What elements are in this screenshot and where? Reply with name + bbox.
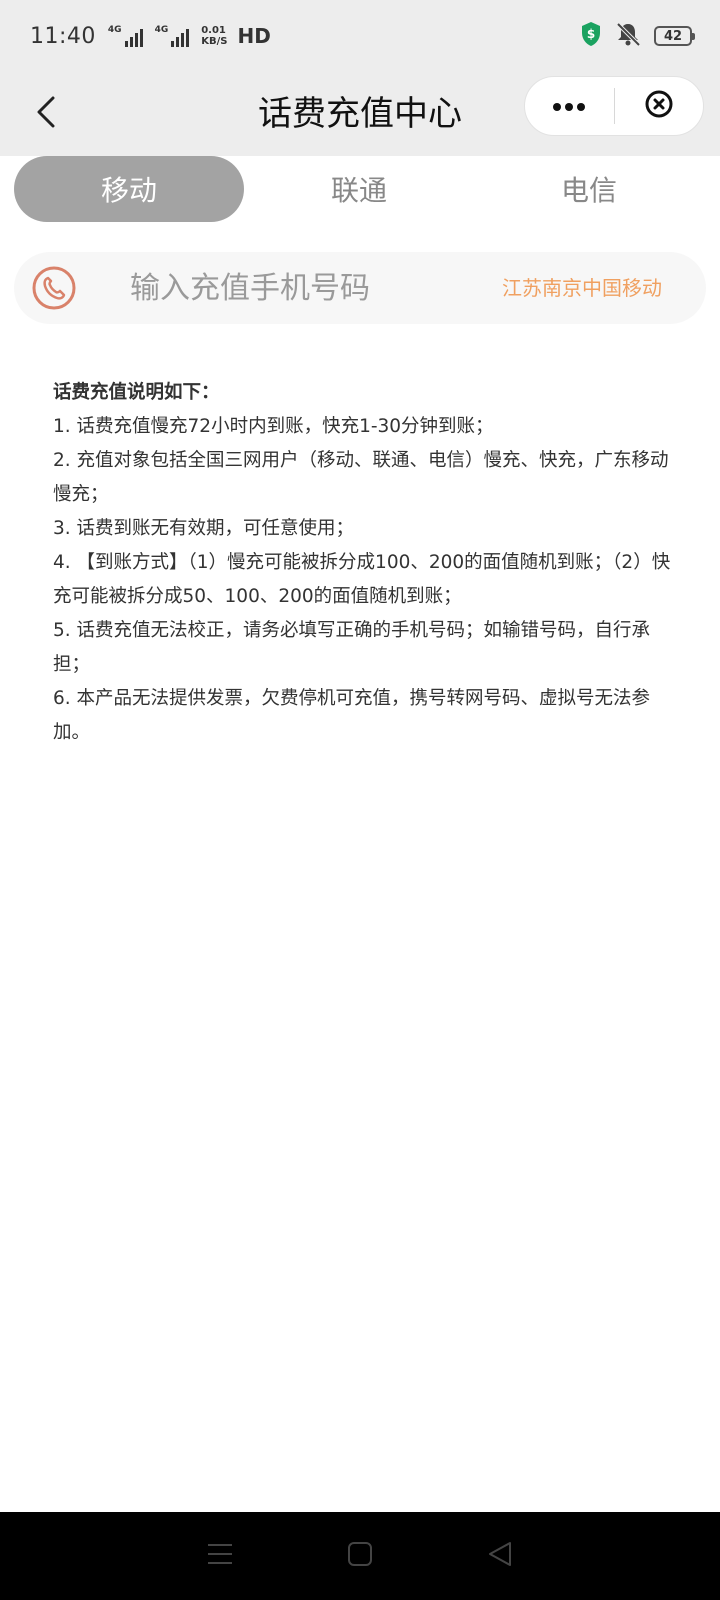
instruction-item: 1. 话费充值慢充72小时内到账，快充1-30分钟到账； xyxy=(53,416,494,437)
network-speed: 0.01 KB/S xyxy=(201,25,227,47)
phone-icon xyxy=(30,264,78,312)
carrier-location-label: 江苏南京中国移动 xyxy=(502,276,662,300)
close-circle-icon xyxy=(644,89,674,123)
instruction-item: 2. 充值对象包括全国三网用户（移动、联通、电信）慢充、快充，广东移动慢充； xyxy=(53,450,669,505)
back-button[interactable] xyxy=(26,90,66,138)
hd-indicator: HD xyxy=(237,24,271,48)
mini-program-capsule xyxy=(524,76,704,136)
instruction-item: 5. 话费充值无法校正，请务必填写正确的手机号码；如输错号码，自行承担； xyxy=(53,620,651,675)
phone-input-row: 江苏南京中国移动 xyxy=(14,252,706,324)
home-square-icon xyxy=(347,1541,373,1571)
status-bar: 11:40 4G 4G 0.01 KB/S HD $ 42 xyxy=(0,0,720,72)
recharge-instructions: 话费充值说明如下： 1. 话费充值慢充72小时内到账，快充1-30分钟到账； 2… xyxy=(53,376,673,750)
phone-number-input[interactable] xyxy=(130,262,470,314)
tab-mobile[interactable]: 移动 xyxy=(14,156,244,222)
signal-tag-1: 4G xyxy=(107,25,122,35)
instruction-item: 4. 【到账方式】（1）慢充可能被拆分成100、200的面值随机到账；（2）快充… xyxy=(53,552,671,607)
system-back-button[interactable] xyxy=(470,1526,530,1586)
carrier-tabs: 移动 联通 电信 xyxy=(14,156,706,222)
system-nav-bar xyxy=(0,1512,720,1600)
signal-strength-icon-2: 4G xyxy=(155,25,190,47)
svg-text:$: $ xyxy=(587,27,595,41)
instruction-item: 3. 话费到账无有效期，可任意使用； xyxy=(53,518,355,539)
tab-unicom[interactable]: 联通 xyxy=(244,156,474,222)
more-dots-icon xyxy=(552,97,586,116)
network-speed-value: 0.01 xyxy=(201,25,226,36)
back-arrow-icon xyxy=(35,95,57,133)
instructions-heading: 话费充值说明如下： xyxy=(53,382,220,403)
battery-indicator: 42 xyxy=(654,26,695,46)
signal-strength-icon-1: 4G xyxy=(108,25,143,47)
status-left: 11:40 4G 4G 0.01 KB/S HD xyxy=(30,24,271,49)
bell-mute-icon xyxy=(614,21,642,51)
home-button[interactable] xyxy=(330,1526,390,1586)
back-triangle-icon xyxy=(487,1540,513,1572)
shield-dollar-icon: $ xyxy=(580,21,602,51)
instruction-item: 6. 本产品无法提供发票，欠费停机可充值，携号转网号码、虚拟号无法参加。 xyxy=(53,688,651,743)
tab-telecom[interactable]: 电信 xyxy=(474,156,704,222)
network-speed-unit: KB/S xyxy=(201,36,228,47)
menu-lines-icon xyxy=(207,1543,233,1569)
nav-bar: 话费充值中心 xyxy=(0,72,720,156)
status-right: $ 42 xyxy=(580,21,695,51)
more-button[interactable] xyxy=(525,77,614,135)
close-button[interactable] xyxy=(615,77,704,135)
signal-tag-2: 4G xyxy=(154,25,169,35)
status-time: 11:40 xyxy=(30,23,96,49)
menu-button[interactable] xyxy=(190,1526,250,1586)
